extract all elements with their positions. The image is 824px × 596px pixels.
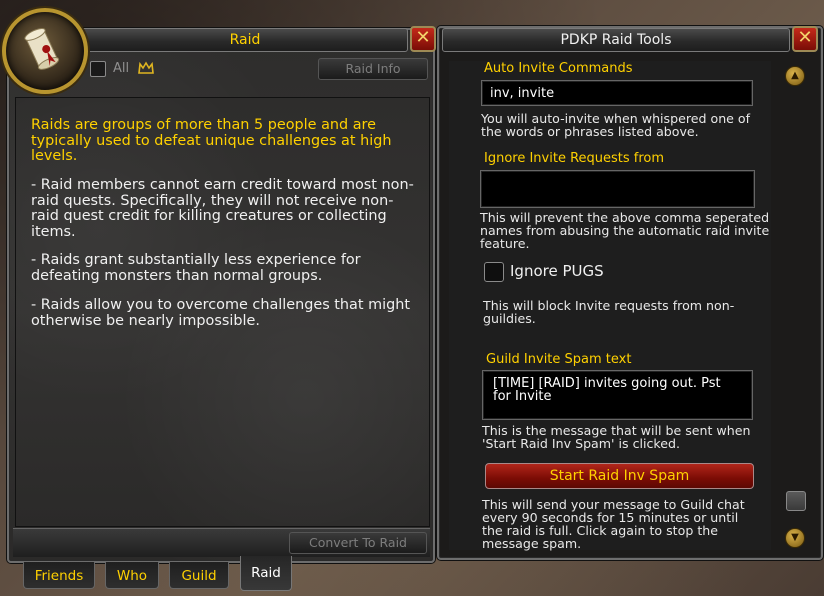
all-checkbox[interactable] <box>90 61 106 77</box>
auto-invite-help: You will auto-invite when whispered one … <box>481 111 751 139</box>
raid-portrait <box>2 8 88 94</box>
pdkp-title: PDKP Raid Tools <box>442 28 790 52</box>
raid-close-button[interactable]: ✕ <box>410 26 436 52</box>
raid-heading-text: Raids are groups of more than 5 people a… <box>31 117 392 164</box>
ignore-invite-help: This will prevent the above comma sepera… <box>480 210 770 251</box>
auto-invite-label: Auto Invite Commands <box>484 61 633 76</box>
start-raid-inv-spam-button[interactable]: Start Raid Inv Spam <box>485 463 754 489</box>
spam-help: This will send your message to Guild cha… <box>482 497 745 551</box>
auto-invite-input[interactable]: inv, invite <box>481 80 753 106</box>
spam-text-label: Guild Invite Spam text <box>486 352 632 367</box>
ignore-invite-input[interactable] <box>480 170 755 208</box>
spam-text-input[interactable]: [TIME] [RAID] invites going out. Pst for… <box>482 370 753 420</box>
ignore-pugs-label: Ignore PUGS <box>510 262 604 280</box>
raid-paragraph: - Raids allow you to overcome challenges… <box>31 297 411 329</box>
spam-text-help: This is the message that will be sent wh… <box>482 423 751 451</box>
scroll-icon <box>24 28 60 70</box>
ignore-invite-label: Ignore Invite Requests from <box>484 151 665 166</box>
convert-to-raid-button[interactable]: Convert To Raid <box>289 532 427 554</box>
raid-paragraph: - Raids grant substantially less experie… <box>31 252 361 284</box>
ignore-pugs-checkbox[interactable] <box>484 262 504 282</box>
raid-info-button[interactable]: Raid Info <box>318 58 428 80</box>
tab-friends[interactable]: Friends <box>23 562 95 589</box>
tab-raid[interactable]: Raid <box>240 556 292 591</box>
crown-icon[interactable] <box>138 61 154 75</box>
tab-who[interactable]: Who <box>105 562 159 589</box>
scroll-down-icon[interactable]: ▼ <box>785 528 805 548</box>
raid-paragraph: - Raid members cannot earn credit toward… <box>31 177 414 240</box>
scroll-thumb[interactable] <box>786 491 806 511</box>
ignore-pugs-help: This will block Invite requests from non… <box>483 298 735 326</box>
all-label: All <box>113 61 130 76</box>
scrollbar[interactable] <box>778 58 810 554</box>
pdkp-close-button[interactable]: ✕ <box>792 26 818 52</box>
tab-guild[interactable]: Guild <box>169 562 229 589</box>
raid-title: Raid <box>82 28 408 52</box>
scroll-up-icon[interactable]: ▲ <box>785 66 805 86</box>
